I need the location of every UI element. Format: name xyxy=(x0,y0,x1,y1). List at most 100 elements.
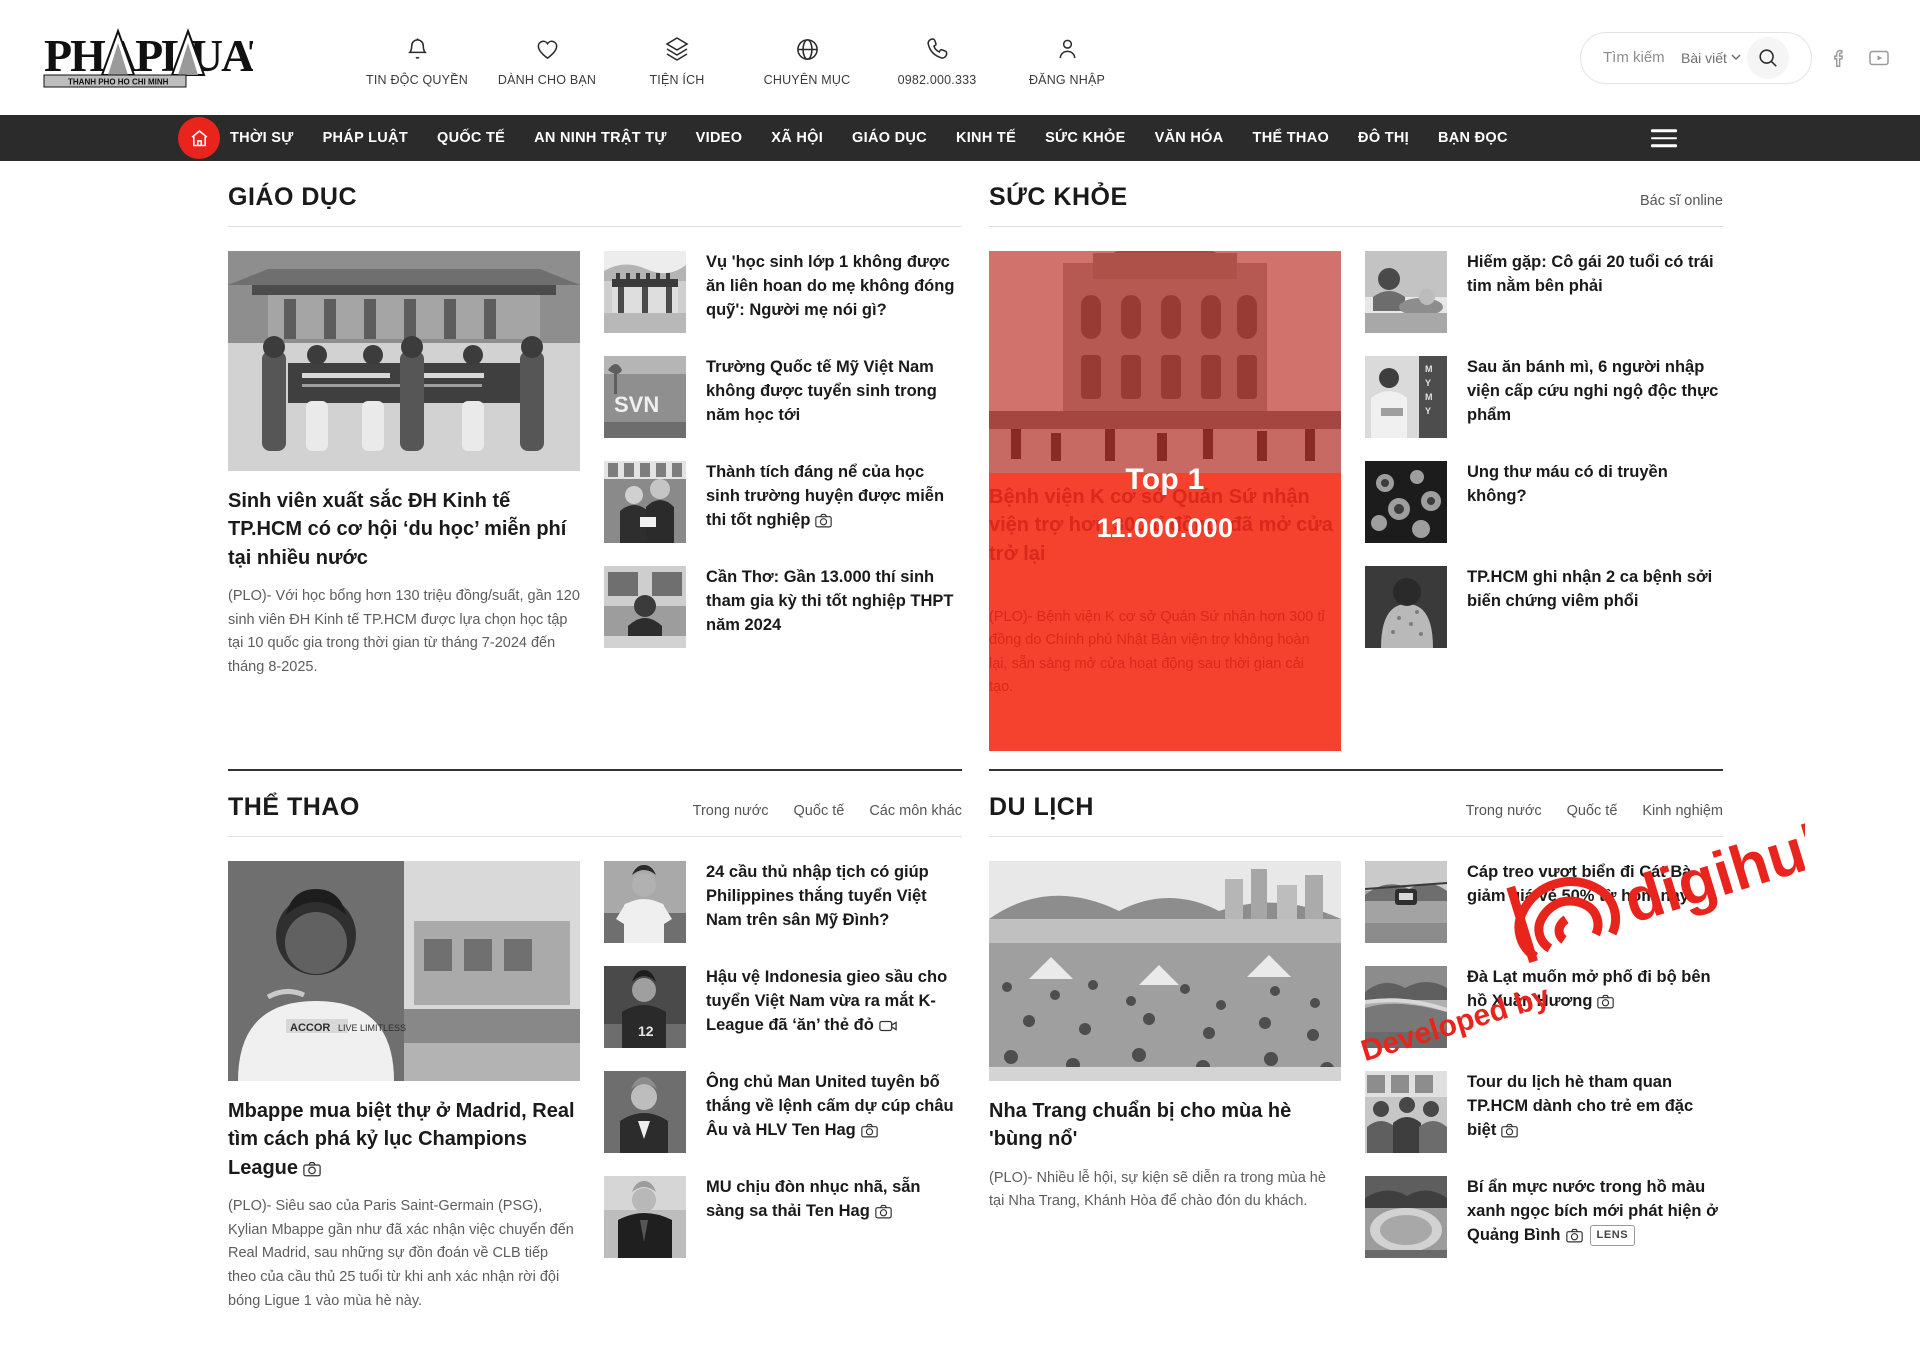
list-item-title[interactable]: Ung thư máu có di truyền không? xyxy=(1467,461,1723,543)
list-item[interactable]: 12 Hậu vệ Indonesia gieo sầu cho tuyển V… xyxy=(604,966,962,1048)
header-item-danh-cho-ban[interactable]: DÀNH CHO BẠN xyxy=(482,28,612,87)
nav-item-ban-doc[interactable]: BẠN ĐỌC xyxy=(1438,130,1508,146)
feature-article[interactable]: Nha Trang chuẩn bị cho mùa hè 'bùng nổ' … xyxy=(989,861,1341,1258)
nav-item-the-thao[interactable]: THỂ THAO xyxy=(1253,130,1330,146)
photo-students-temple xyxy=(228,251,580,471)
list-item[interactable]: Bí ẩn mực nước trong hồ màu xanh ngọc bí… xyxy=(1365,1176,1723,1258)
header-item-hotline[interactable]: 0982.000.333 xyxy=(872,28,1002,87)
nav-item-thoi-su[interactable]: THỜI SỰ xyxy=(230,130,294,146)
list-item-title-text: Hậu vệ Indonesia gieo sầu cho tuyển Việt… xyxy=(706,968,948,1034)
section-header: GIÁO DỤC xyxy=(228,161,962,227)
list-item[interactable]: Hiếm gặp: Cô gái 20 tuổi có trái tim nằm… xyxy=(1365,251,1723,333)
list-item[interactable]: MYMY Sau ăn bánh mì, 6 người nhập viện c… xyxy=(1365,356,1723,438)
list-item-title[interactable]: Tour du lịch hè tham quan TP.HCM dành ch… xyxy=(1467,1071,1723,1153)
camera-icon xyxy=(1565,1228,1583,1243)
list-item-title[interactable]: MU chịu đòn nhục nhã, sẵn sàng sa thải T… xyxy=(706,1176,962,1258)
header-item-label: ĐĂNG NHẬP xyxy=(1028,73,1106,87)
list-item-title[interactable]: 24 cầu thủ nhập tịch có giúp Philippines… xyxy=(706,861,962,943)
list-item[interactable]: Ung thư máu có di truyền không? xyxy=(1365,461,1723,543)
list-item-thumbnail xyxy=(604,1071,686,1153)
list-item[interactable]: Tour du lịch hè tham quan TP.HCM dành ch… xyxy=(1365,1071,1723,1153)
list-item-title[interactable]: Bí ẩn mực nước trong hồ màu xanh ngọc bí… xyxy=(1467,1176,1723,1258)
user-icon xyxy=(1002,32,1132,66)
camera-icon xyxy=(875,1204,892,1219)
header-quicklinks: TIN ĐỘC QUYỀN DÀNH CHO BẠN TIỆN ÍCH CHUY… xyxy=(352,28,1132,87)
list-item[interactable]: SVN Trường Quốc tế Mỹ Việt Nam không đượ… xyxy=(604,356,962,438)
feature-title[interactable]: Sinh viên xuất sắc ĐH Kinh tế TP.HCM có … xyxy=(228,487,580,572)
list-item-thumbnail: SVN xyxy=(604,356,686,438)
list-item-title[interactable]: Trường Quốc tế Mỹ Việt Nam không được tu… xyxy=(706,356,962,438)
nav-item-van-hoa[interactable]: VĂN HÓA xyxy=(1155,130,1224,146)
list-item-title[interactable]: Ông chủ Man United tuyên bố thắng về lện… xyxy=(706,1071,962,1153)
tab-cac-mon-khac[interactable]: Các môn khác xyxy=(869,803,962,819)
list-item-title[interactable]: Cần Thơ: Gần 13.000 thí sinh tham gia kỳ… xyxy=(706,566,962,648)
header-item-tin-doc-quyen[interactable]: TIN ĐỘC QUYỀN xyxy=(352,28,482,87)
header-item-tien-ich[interactable]: TIỆN ÍCH xyxy=(612,28,742,87)
list-item-title[interactable]: Đà Lạt muốn mở phố đi bộ bên hồ Xuân Hươ… xyxy=(1467,966,1723,1048)
list-item-thumbnail xyxy=(604,861,686,943)
site-logo[interactable]: PHAPLUAT THANH PHO HO CHI MINH xyxy=(30,26,292,89)
feature-article[interactable]: ACCOR LIVE LIMITLESS Mbappe mua biệt thự… xyxy=(228,861,580,1313)
bac-si-online-link[interactable]: Bác sĩ online xyxy=(1640,193,1723,209)
feature-article[interactable]: Sinh viên xuất sắc ĐH Kinh tế TP.HCM có … xyxy=(228,251,580,680)
section-body: Sinh viên xuất sắc ĐH Kinh tế TP.HCM có … xyxy=(228,227,962,680)
facebook-icon[interactable] xyxy=(1826,45,1852,71)
list-item[interactable]: MU chịu đòn nhục nhã, sẵn sàng sa thải T… xyxy=(604,1176,962,1258)
list-item-title[interactable]: Hậu vệ Indonesia gieo sầu cho tuyển Việt… xyxy=(706,966,962,1048)
list-item[interactable]: Đà Lạt muốn mở phố đi bộ bên hồ Xuân Hươ… xyxy=(1365,966,1723,1048)
list-item-thumbnail xyxy=(1365,966,1447,1048)
nav-item-kinh-te[interactable]: KINH TẾ xyxy=(956,130,1016,146)
home-icon xyxy=(191,129,207,146)
search-input[interactable] xyxy=(1603,49,1681,66)
nav-item-an-ninh-trat-tu[interactable]: AN NINH TRẬT TỰ xyxy=(534,130,667,146)
svg-text:SVN: SVN xyxy=(614,392,659,417)
youtube-icon[interactable] xyxy=(1866,45,1892,71)
tab-trong-nuoc[interactable]: Trong nước xyxy=(1466,803,1542,819)
search-button[interactable] xyxy=(1746,36,1789,79)
search-box[interactable]: Bài viết xyxy=(1580,31,1812,84)
list-item-title[interactable]: Vụ 'học sinh lớp 1 không được ăn liên ho… xyxy=(706,251,962,333)
header-item-chuyen-muc[interactable]: CHUYÊN MỤC xyxy=(742,28,872,87)
list-item-title[interactable]: Thành tích đáng nể của học sinh trường h… xyxy=(706,461,962,543)
feature-summary: (PLO)- Siêu sao của Paris Saint-Germain … xyxy=(228,1198,574,1309)
nav-item-xa-hoi[interactable]: XÃ HỘI xyxy=(771,130,823,146)
section-suc-khoe: SỨC KHỎE Bác sĩ online Bệnh viện K cơ sở… xyxy=(989,161,1723,751)
tab-quoc-te[interactable]: Quốc tế xyxy=(1567,803,1618,819)
section-header: THỂ THAO Trong nước Quốc tế Các môn khác xyxy=(228,769,962,837)
layers-icon xyxy=(612,32,742,66)
svg-text:Y: Y xyxy=(1425,406,1431,416)
hamburger-icon[interactable] xyxy=(1651,124,1677,152)
tab-quoc-te[interactable]: Quốc tế xyxy=(794,803,845,819)
list-item[interactable]: Cần Thơ: Gần 13.000 thí sinh tham gia kỳ… xyxy=(604,566,962,648)
feature-title[interactable]: Bệnh viện K cơ sở Quán Sứ nhận viện trợ … xyxy=(989,483,1335,568)
photo-nha-trang-beach xyxy=(989,861,1341,1081)
tab-trong-nuoc[interactable]: Trong nước xyxy=(693,803,769,819)
list-item-title[interactable]: Cáp treo vượt biển đi Cát Bà giảm giá vé… xyxy=(1467,861,1723,943)
search-filter-label: Bài viết xyxy=(1681,49,1727,66)
list-item[interactable]: TP.HCM ghi nhận 2 ca bệnh sởi biến chứng… xyxy=(1365,566,1723,648)
tab-kinh-nghiem[interactable]: Kinh nghiệm xyxy=(1642,803,1723,819)
nav-item-do-thi[interactable]: ĐÔ THỊ xyxy=(1358,130,1409,146)
feature-article-promo[interactable]: Bệnh viện K cơ sở Quán Sứ nhận viện trợ … xyxy=(989,251,1341,751)
nav-item-giao-duc[interactable]: GIÁO DỤC xyxy=(852,130,927,146)
list-item[interactable]: Ông chủ Man United tuyên bố thắng về lện… xyxy=(604,1071,962,1153)
feature-title[interactable]: Nha Trang chuẩn bị cho mùa hè 'bùng nổ' xyxy=(989,1097,1341,1154)
feature-title[interactable]: Mbappe mua biệt thự ở Madrid, Real tìm c… xyxy=(228,1097,580,1182)
list-item-title[interactable]: Sau ăn bánh mì, 6 người nhập viện cấp cứ… xyxy=(1467,356,1723,438)
header-item-label: TIỆN ÍCH xyxy=(649,73,705,87)
nav-item-suc-khoe[interactable]: SỨC KHỎE xyxy=(1045,130,1126,146)
nav-item-video[interactable]: VIDEO xyxy=(696,130,743,146)
lens-badge[interactable]: LENS xyxy=(1589,1224,1636,1247)
nav-item-phap-luat[interactable]: PHÁP LUẬT xyxy=(323,130,408,146)
list-item-title[interactable]: Hiếm gặp: Cô gái 20 tuổi có trái tim nằm… xyxy=(1467,251,1723,333)
search-filter-select[interactable]: Bài viết xyxy=(1681,50,1741,66)
list-item-title[interactable]: TP.HCM ghi nhận 2 ca bệnh sởi biến chứng… xyxy=(1467,566,1723,648)
list-item[interactable]: 24 cầu thủ nhập tịch có giúp Philippines… xyxy=(604,861,962,943)
nav-item-quoc-te[interactable]: QUỐC TẾ xyxy=(437,130,505,146)
header-item-dang-nhap[interactable]: ĐĂNG NHẬP xyxy=(1002,28,1132,87)
home-button[interactable] xyxy=(178,117,220,159)
list-item[interactable]: Thành tích đáng nể của học sinh trường h… xyxy=(604,461,962,543)
content-row-1: GIÁO DỤC Sinh viên xuất sắc ĐH Kinh tế T… xyxy=(228,161,1723,751)
list-item[interactable]: Vụ 'học sinh lớp 1 không được ăn liên ho… xyxy=(604,251,962,333)
list-item[interactable]: Cáp treo vượt biển đi Cát Bà giảm giá vé… xyxy=(1365,861,1723,943)
